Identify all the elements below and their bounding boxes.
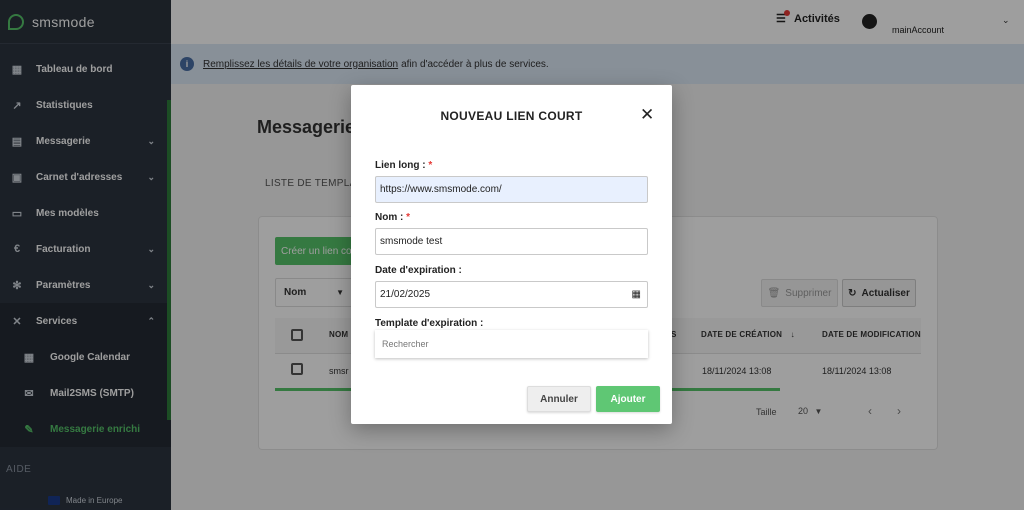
calendar-icon[interactable]: ▦ <box>632 289 641 300</box>
new-short-link-dialog: NOUVEAU LIEN COURT ✕ Lien long : * https… <box>351 85 672 424</box>
template-expiration-label: Template d'expiration : <box>375 318 484 329</box>
cancel-button[interactable]: Annuler <box>527 386 591 412</box>
long-link-label: Lien long : * <box>375 160 432 171</box>
close-icon[interactable]: ✕ <box>640 106 654 123</box>
required-mark: * <box>406 212 411 223</box>
name-value: smsmode test <box>380 236 443 247</box>
long-link-label-text: Lien long : <box>375 160 426 171</box>
long-link-value: https://www.smsmode.com/ <box>380 184 502 195</box>
name-label: Nom : * <box>375 212 410 223</box>
name-input[interactable]: smsmode test <box>375 228 648 255</box>
expiration-date-input[interactable]: 21/02/2025 ▦ <box>375 281 648 308</box>
required-mark: * <box>428 160 433 171</box>
name-label-text: Nom : <box>375 212 404 223</box>
expiration-date-label: Date d'expiration : <box>375 265 462 276</box>
dialog-title: NOUVEAU LIEN COURT <box>440 109 583 123</box>
template-search-input[interactable]: Rechercher <box>375 330 648 358</box>
expiration-date-value: 21/02/2025 <box>380 289 431 300</box>
add-button[interactable]: Ajouter <box>596 386 660 412</box>
long-link-input[interactable]: https://www.smsmode.com/ <box>375 176 648 203</box>
